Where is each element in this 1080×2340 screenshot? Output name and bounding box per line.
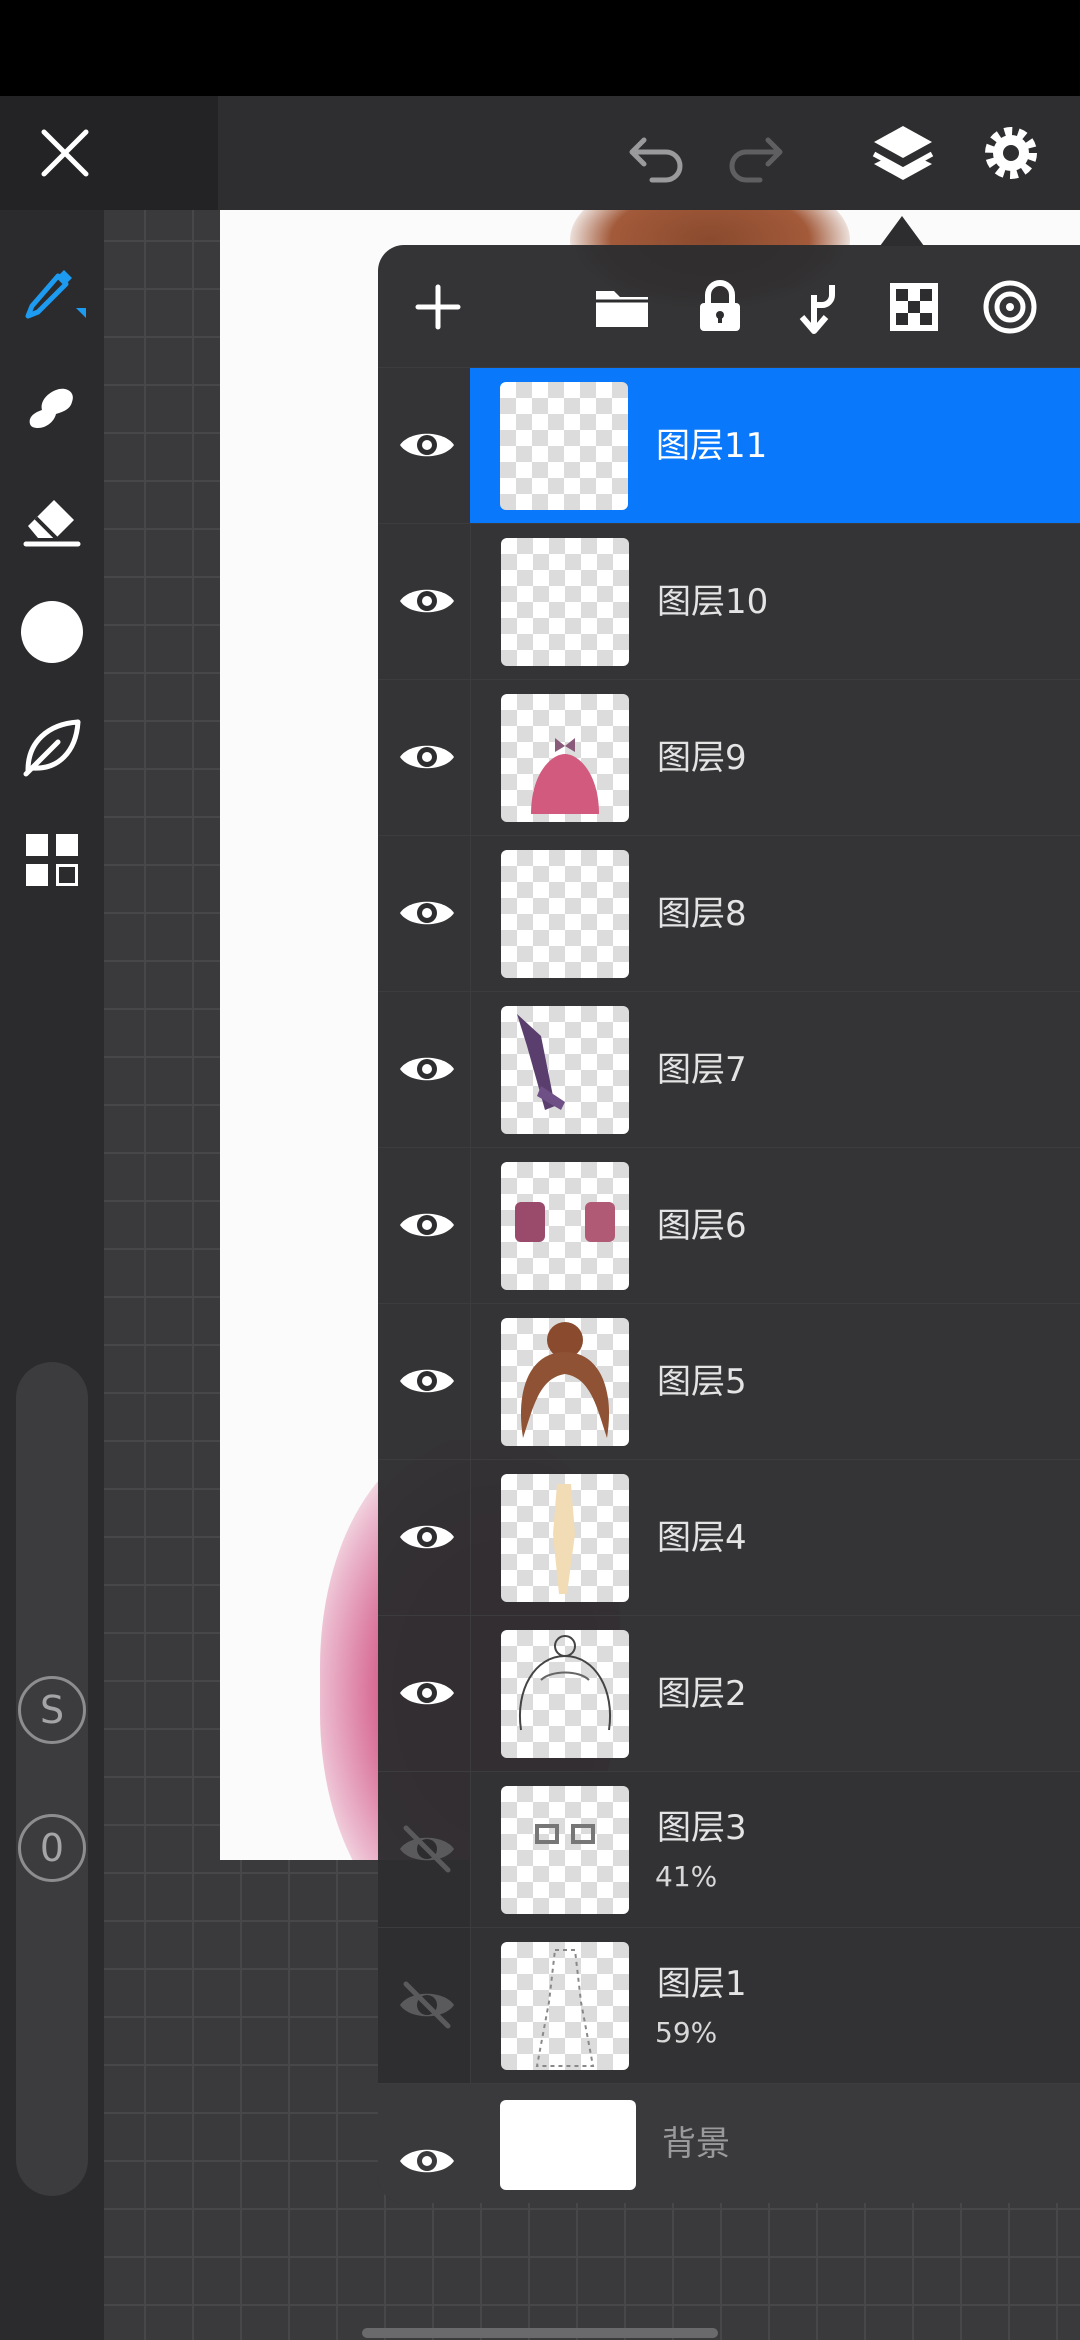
- layer-thumbnail: [501, 1006, 629, 1134]
- layer-thumbnail: [501, 1474, 629, 1602]
- layer-name: 图层2: [657, 1674, 747, 1714]
- layer-opacity: 41%: [655, 1860, 718, 1893]
- layer-thumbnail: [501, 1318, 629, 1446]
- visibility-eye-icon[interactable]: [396, 1194, 458, 1256]
- grid-icon[interactable]: [18, 826, 86, 894]
- layer-body[interactable]: 背景: [470, 2084, 1080, 2203]
- layer-name: 图层5: [657, 1362, 747, 1402]
- visibility-eye-icon[interactable]: [396, 1506, 458, 1568]
- layer-body[interactable]: 图层6: [470, 1148, 1080, 1304]
- eraser-icon[interactable]: [18, 484, 86, 552]
- smudge-icon[interactable]: [18, 370, 86, 438]
- layer-row[interactable]: 图层11: [378, 367, 1080, 524]
- clip-arrow-icon[interactable]: [786, 277, 846, 337]
- visibility-eye-icon[interactable]: [396, 726, 458, 788]
- status-bar: [0, 0, 1080, 96]
- layer-row[interactable]: 图层5: [378, 1303, 1080, 1460]
- layer-body[interactable]: 图层5: [470, 1304, 1080, 1460]
- visibility-eye-icon[interactable]: [396, 1350, 458, 1412]
- layer-thumbnail: [501, 538, 629, 666]
- layer-body[interactable]: 图层8: [470, 836, 1080, 992]
- color-circle-icon[interactable]: [18, 598, 86, 666]
- visibility-eye-icon[interactable]: [396, 414, 458, 476]
- opacity-slider-knob[interactable]: 0: [18, 1814, 86, 1882]
- layer-name: 图层4: [657, 1518, 747, 1558]
- folder-icon[interactable]: [592, 277, 652, 337]
- visibility-hidden-eye-icon[interactable]: [396, 1974, 458, 2036]
- layer-thumbnail: [501, 694, 629, 822]
- layer-name: 背景: [662, 2124, 730, 2164]
- home-indicator[interactable]: [362, 2328, 718, 2338]
- layer-row[interactable]: 图层9: [378, 679, 1080, 836]
- layer-row[interactable]: 图层10: [378, 523, 1080, 680]
- layer-name: 图层8: [657, 894, 747, 934]
- leaf-icon[interactable]: [18, 712, 86, 780]
- layer-body[interactable]: 图层7: [470, 992, 1080, 1148]
- layer-name: 图层10: [657, 582, 769, 622]
- lock-icon[interactable]: [690, 277, 750, 337]
- layer-opacity: 59%: [655, 2016, 718, 2049]
- settings-icon[interactable]: [976, 118, 1046, 188]
- layer-row[interactable]: 图层6: [378, 1147, 1080, 1304]
- target-icon[interactable]: [980, 277, 1040, 337]
- layer-body[interactable]: 图层11: [470, 368, 1080, 524]
- layer-thumbnail: [500, 382, 628, 510]
- layer-thumbnail: [501, 850, 629, 978]
- redo-icon[interactable]: [720, 118, 790, 188]
- layer-thumbnail: [501, 1942, 629, 2070]
- layer-body[interactable]: 图层1 59%: [470, 1928, 1080, 2084]
- visibility-eye-icon[interactable]: [396, 1038, 458, 1100]
- add-icon[interactable]: [408, 277, 468, 337]
- checker-icon[interactable]: [884, 277, 944, 337]
- layer-body[interactable]: 图层10: [470, 524, 1080, 680]
- layer-row[interactable]: 图层8: [378, 835, 1080, 992]
- layer-row[interactable]: 图层1 59%: [378, 1927, 1080, 2084]
- layer-thumbnail: [501, 1162, 629, 1290]
- layer-thumbnail: [501, 1786, 629, 1914]
- pen-icon[interactable]: [18, 256, 86, 324]
- layer-name: 图层1: [657, 1964, 747, 2004]
- layer-name: 图层11: [656, 426, 768, 466]
- layer-row[interactable]: 图层7: [378, 991, 1080, 1148]
- visibility-hidden-eye-icon[interactable]: [396, 1818, 458, 1880]
- close-icon[interactable]: [30, 118, 100, 188]
- layer-body[interactable]: 图层3 41%: [470, 1772, 1080, 1928]
- size-slider-knob[interactable]: S: [18, 1676, 86, 1744]
- layers-icon[interactable]: [868, 118, 938, 188]
- panel-pointer: [880, 216, 924, 246]
- layers-panel-toolbar: [378, 245, 1080, 367]
- layers-panel: 图层11 图层10 图层9 图层8 图层7 图层6 图层5 图层4 图层2 图层…: [378, 245, 1080, 2203]
- undo-icon[interactable]: [622, 118, 692, 188]
- visibility-eye-icon[interactable]: [396, 882, 458, 944]
- layer-name: 图层9: [657, 738, 747, 778]
- layer-name: 图层7: [657, 1050, 747, 1090]
- layer-name: 图层3: [657, 1808, 747, 1848]
- visibility-eye-icon[interactable]: [396, 2130, 458, 2192]
- layer-body[interactable]: 图层2: [470, 1616, 1080, 1772]
- layer-name: 图层6: [657, 1206, 747, 1246]
- visibility-eye-icon[interactable]: [396, 570, 458, 632]
- layer-body[interactable]: 图层4: [470, 1460, 1080, 1616]
- layer-thumbnail: [500, 2100, 636, 2190]
- layer-thumbnail: [501, 1630, 629, 1758]
- brush-size-slider[interactable]: [16, 1362, 88, 2196]
- layer-row[interactable]: 图层2: [378, 1615, 1080, 1772]
- layer-body[interactable]: 图层9: [470, 680, 1080, 836]
- layer-row[interactable]: 背景: [378, 2083, 1080, 2203]
- layer-row[interactable]: 图层3 41%: [378, 1771, 1080, 1928]
- layer-row[interactable]: 图层4: [378, 1459, 1080, 1616]
- visibility-eye-icon[interactable]: [396, 1662, 458, 1724]
